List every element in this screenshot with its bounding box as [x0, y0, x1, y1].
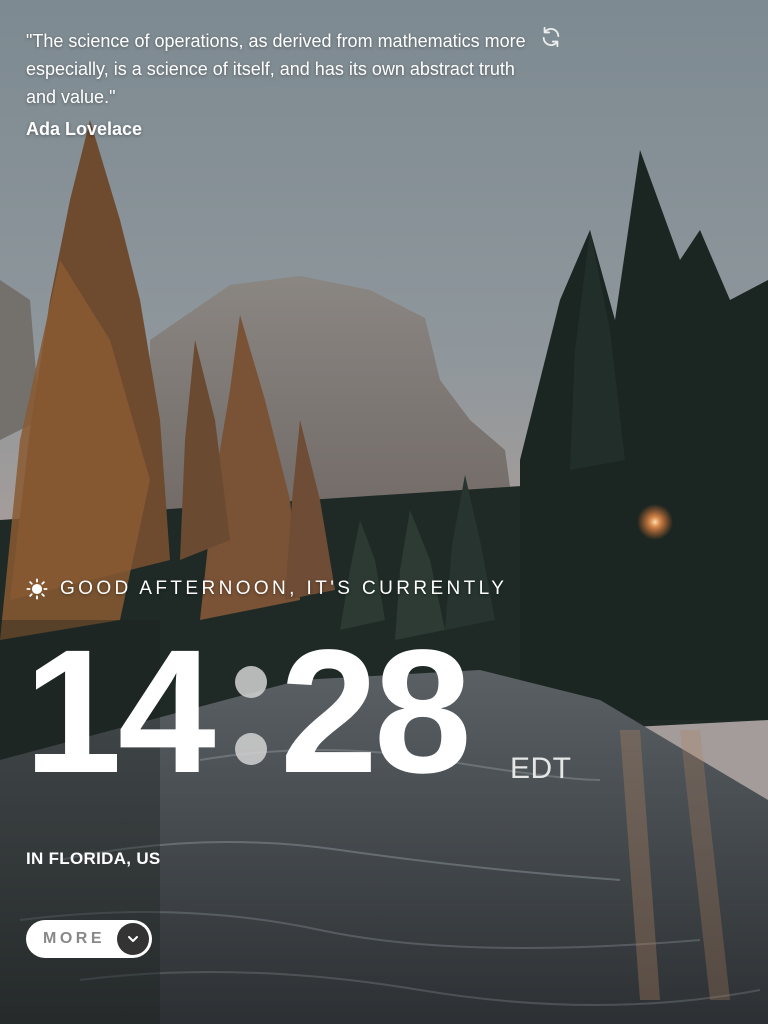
quote-author: Ada Lovelace — [26, 119, 143, 139]
quote-block: "The science of operations, as derived f… — [26, 27, 526, 140]
more-button-label: MORE — [43, 930, 105, 947]
clock-colon-bottom-dot — [235, 733, 267, 765]
refresh-quote-button[interactable] — [540, 26, 562, 48]
sun-icon — [26, 578, 48, 600]
chevron-down-icon — [117, 923, 149, 955]
clock-colon-top-dot — [235, 666, 267, 698]
more-button[interactable]: MORE — [26, 920, 152, 958]
clock-minutes: 28 — [280, 614, 472, 810]
greeting-text: GOOD AFTERNOON, IT'S CURRENTLY — [60, 578, 508, 599]
greeting: GOOD AFTERNOON, IT'S CURRENTLY — [26, 577, 507, 601]
refresh-icon — [542, 26, 560, 48]
location-text: IN FLORIDA, US — [26, 849, 161, 868]
clock-hours: 14 — [24, 614, 216, 810]
quote-text: "The science of operations, as derived f… — [26, 31, 526, 107]
background-landscape-image — [0, 0, 768, 1024]
clock-timezone: EDT — [510, 752, 572, 785]
